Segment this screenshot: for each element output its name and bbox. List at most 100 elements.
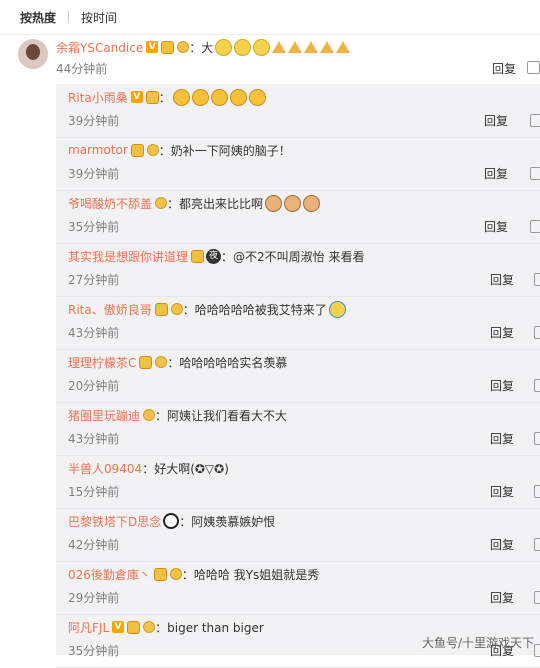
- reply-line: 半兽人09404 ：好大啊(✪▽✪): [68, 458, 229, 478]
- reply-time: 29分钟前: [68, 591, 120, 605]
- like-icon[interactable]: [534, 379, 540, 392]
- reply-button[interactable]: 回复: [490, 430, 514, 447]
- medal-icon: [146, 144, 159, 156]
- reply-button[interactable]: 回复: [490, 324, 514, 341]
- smile-emoji-icon: [253, 38, 271, 56]
- reply-username[interactable]: 半兽人09404: [68, 460, 142, 477]
- dog-emoji-icon: [303, 194, 321, 212]
- night-badge-icon: 夜: [206, 248, 222, 264]
- tab-sort-by-hot[interactable]: 按热度: [14, 9, 62, 26]
- reply-item: 其实我是想跟你讲道理 夜：@不2不叫周淑怡 来看看 27分钟前 回复: [56, 243, 540, 297]
- reply-line: 026後勤倉庫丶 ：哈哈哈 我Ys姐姐就是秀: [68, 564, 319, 584]
- reply-item: 026後勤倉庫丶 ：哈哈哈 我Ys姐姐就是秀 29分钟前 回复: [56, 561, 540, 615]
- main-comment: 余霜YSCandice V ：大 44分钟前 回复: [0, 34, 540, 80]
- reply-button[interactable]: 回复: [484, 218, 508, 235]
- medal-icon: [177, 41, 190, 53]
- cry-emoji-icon: [328, 300, 346, 318]
- reply-button[interactable]: 回复: [492, 60, 516, 77]
- reply-line: 巴黎铁塔下D思念 ：阿姨羡慕嫉妒恨: [68, 511, 275, 531]
- reply-username[interactable]: 理理柠檬茶C: [68, 354, 136, 371]
- reply-item: 理理柠檬茶C ：哈哈哈哈哈实名羡慕 20分钟前 回复: [56, 349, 540, 403]
- reply-list: Rita小雨桑 V： 39分钟前 回复 marmotor ：奶补一下阿姨的脑子！ 39分钟前…: [56, 84, 540, 668]
- dog-emoji-icon: [284, 194, 302, 212]
- pyramid-emoji-icon: [304, 41, 319, 53]
- reply-item: 巴黎铁塔下D思念 ：阿姨羡慕嫉妒恨 42分钟前 回复: [56, 508, 540, 562]
- reply-time: 20分钟前: [68, 379, 120, 393]
- pyramid-emoji-icon: [336, 41, 351, 53]
- reply-line: marmotor ：奶补一下阿姨的脑子！: [68, 140, 291, 160]
- avatar[interactable]: [18, 39, 48, 69]
- reply-item: Rita、傲娇良哥 ：哈哈哈哈哈被我艾特来了 43分钟前 回复: [56, 296, 540, 350]
- reply-time: 35分钟前: [68, 644, 120, 658]
- reply-button[interactable]: 回复: [490, 271, 514, 288]
- tab-sort-by-time[interactable]: 按时间: [75, 9, 123, 26]
- smile-emoji-icon: [234, 38, 252, 56]
- reply-username[interactable]: Rita小雨桑: [68, 89, 128, 106]
- verified-v-icon: V: [130, 91, 143, 103]
- reply-text: ：哈哈哈哈哈被我艾特来了: [182, 302, 327, 317]
- reply-line: 爷喝酸奶不舔盖 ：都亮出来比比啊: [68, 193, 321, 213]
- pyramid-emoji-icon: [288, 41, 303, 53]
- reply-button[interactable]: 回复: [490, 536, 514, 553]
- reply-username[interactable]: marmotor: [68, 143, 128, 157]
- reply-username[interactable]: Rita、傲娇良哥: [68, 301, 152, 318]
- panda-emoji-icon: [163, 513, 180, 529]
- reply-time: 43分钟前: [68, 432, 120, 446]
- like-icon[interactable]: [534, 485, 540, 498]
- reply-item: 半兽人09404 ：好大啊(✪▽✪) 15分钟前 回复: [56, 455, 540, 509]
- reply-text: ：阿姨让我们看看大不大: [155, 408, 288, 423]
- reply-username[interactable]: 巴黎铁塔下D思念: [68, 513, 161, 530]
- reply-item: 爷喝酸奶不舔盖 ：都亮出来比比啊 35分钟前 回复: [56, 190, 540, 244]
- reply-item: marmotor ：奶补一下阿姨的脑子！ 39分钟前 回复: [56, 137, 540, 191]
- comment-time: 44分钟前: [56, 62, 108, 76]
- reply-button[interactable]: 回复: [490, 589, 514, 606]
- angry-emoji-icon: [248, 88, 266, 106]
- reply-time: 39分钟前: [68, 167, 120, 181]
- reply-username[interactable]: 阿凡FJL: [68, 619, 109, 636]
- reply-button[interactable]: 回复: [490, 377, 514, 394]
- member-level-icon: [145, 90, 159, 104]
- comment-username[interactable]: 余霜YSCandice: [56, 39, 143, 56]
- reply-line: Rita、傲娇良哥 ：哈哈哈哈哈被我艾特来了: [68, 299, 346, 319]
- reply-text: ：@不2不叫周淑怡 来看看: [221, 249, 365, 264]
- like-icon[interactable]: [530, 220, 540, 233]
- like-icon[interactable]: [527, 61, 540, 74]
- member-level-icon: [127, 620, 141, 634]
- medal-icon: [143, 409, 156, 421]
- reply-username[interactable]: 其实我是想跟你讲道理: [68, 248, 188, 265]
- like-icon[interactable]: [534, 273, 540, 286]
- like-icon[interactable]: [534, 432, 540, 445]
- reply-text: ：阿姨羡慕嫉妒恨: [179, 514, 276, 529]
- medal-icon: [170, 303, 183, 315]
- reply-username[interactable]: 猪圈里玩蹦迪: [68, 407, 140, 424]
- reply-time: 27分钟前: [68, 273, 120, 287]
- member-level-icon: [139, 355, 153, 369]
- reply-button[interactable]: 回复: [490, 483, 514, 500]
- reply-line: 其实我是想跟你讲道理 夜：@不2不叫周淑怡 来看看: [68, 246, 364, 266]
- like-icon[interactable]: [534, 591, 540, 604]
- member-level-icon: [153, 567, 167, 581]
- reply-time: 15分钟前: [68, 485, 120, 499]
- watermark: 大鱼号/十里游戏天下: [421, 636, 534, 650]
- like-icon[interactable]: [530, 114, 540, 127]
- smile-emoji-icon: [215, 38, 233, 56]
- reply-item: 猪圈里玩蹦迪 ：阿姨让我们看看大不大 43分钟前 回复: [56, 402, 540, 456]
- reply-button[interactable]: 回复: [484, 112, 508, 129]
- member-level-icon: [130, 143, 144, 157]
- reply-username[interactable]: 026後勤倉庫丶: [68, 566, 151, 583]
- reply-item: Rita小雨桑 V ： 39分钟前 回复: [56, 84, 540, 138]
- like-icon[interactable]: [534, 326, 540, 339]
- reply-username[interactable]: 爷喝酸奶不舔盖: [68, 195, 152, 212]
- like-icon[interactable]: [534, 644, 540, 657]
- angry-emoji-icon: [191, 88, 209, 106]
- verified-v-icon: V: [112, 621, 125, 633]
- reply-button[interactable]: 回复: [484, 165, 508, 182]
- like-icon[interactable]: [530, 167, 540, 180]
- reply-line: Rita小雨桑 V ：: [68, 87, 266, 107]
- reply-text: ：biger than biger: [155, 620, 264, 635]
- like-icon[interactable]: [534, 538, 540, 551]
- reply-text: ：哈哈哈 我Ys姐姐就是秀: [181, 567, 320, 582]
- reply-text: ：好大啊(✪▽✪): [142, 461, 229, 476]
- reply-time: 35分钟前: [68, 220, 120, 234]
- reply-time: 39分钟前: [68, 114, 120, 128]
